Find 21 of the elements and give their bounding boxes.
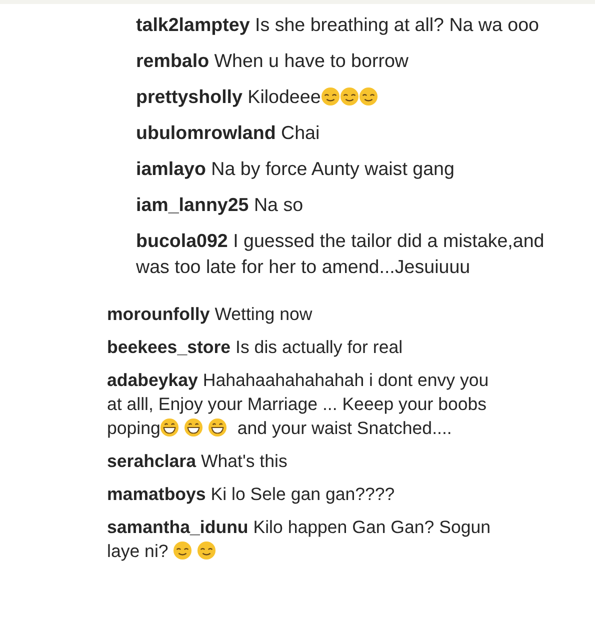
comment-text: bucola092 I guessed the tailor did a mistake,and was too late for her to amend...Jesuiuuu xyxy=(136,229,546,279)
comment-text: iam_lanny25 Na so xyxy=(136,193,304,217)
comment-text: morounfolly Wetting now xyxy=(107,303,314,326)
comment-text: serahclara What's this xyxy=(107,450,288,473)
smiling-face-icon xyxy=(358,87,378,106)
grinning-face-icon xyxy=(160,418,180,437)
grinning-face-icon xyxy=(208,418,228,437)
comment-text: beekees_store Is dis actually for real xyxy=(107,336,404,359)
comment-text: ubulomrowland Chai xyxy=(136,121,321,145)
comment-text: rembalo When u have to borrow xyxy=(136,49,410,73)
smiling-face-icon xyxy=(197,541,216,560)
comment-text: talk2lamptey Is she breathing at all? Na wa ooo xyxy=(136,13,540,37)
smiling-face-icon xyxy=(340,87,359,106)
comment-text: adabeykay Hahahaahahahahah i dont envy you at alll, Enjoy your Marriage ... Keeep your boobs poping and your waist Snatched.... xyxy=(107,369,490,440)
smiling-face-icon xyxy=(320,87,340,106)
comment-text: samantha_idunu Kilo happen Gan Gan? Sogun laye ni? xyxy=(107,516,492,563)
smiling-face-icon xyxy=(173,541,192,560)
comment-text: prettysholly Kilodeee xyxy=(136,84,550,110)
comment-text: iamlayo Na by force Aunty waist gang xyxy=(136,157,456,181)
comment-text: mamatboys Ki lo Sele gan gan???? xyxy=(107,483,396,506)
grinning-face-icon xyxy=(184,418,204,437)
